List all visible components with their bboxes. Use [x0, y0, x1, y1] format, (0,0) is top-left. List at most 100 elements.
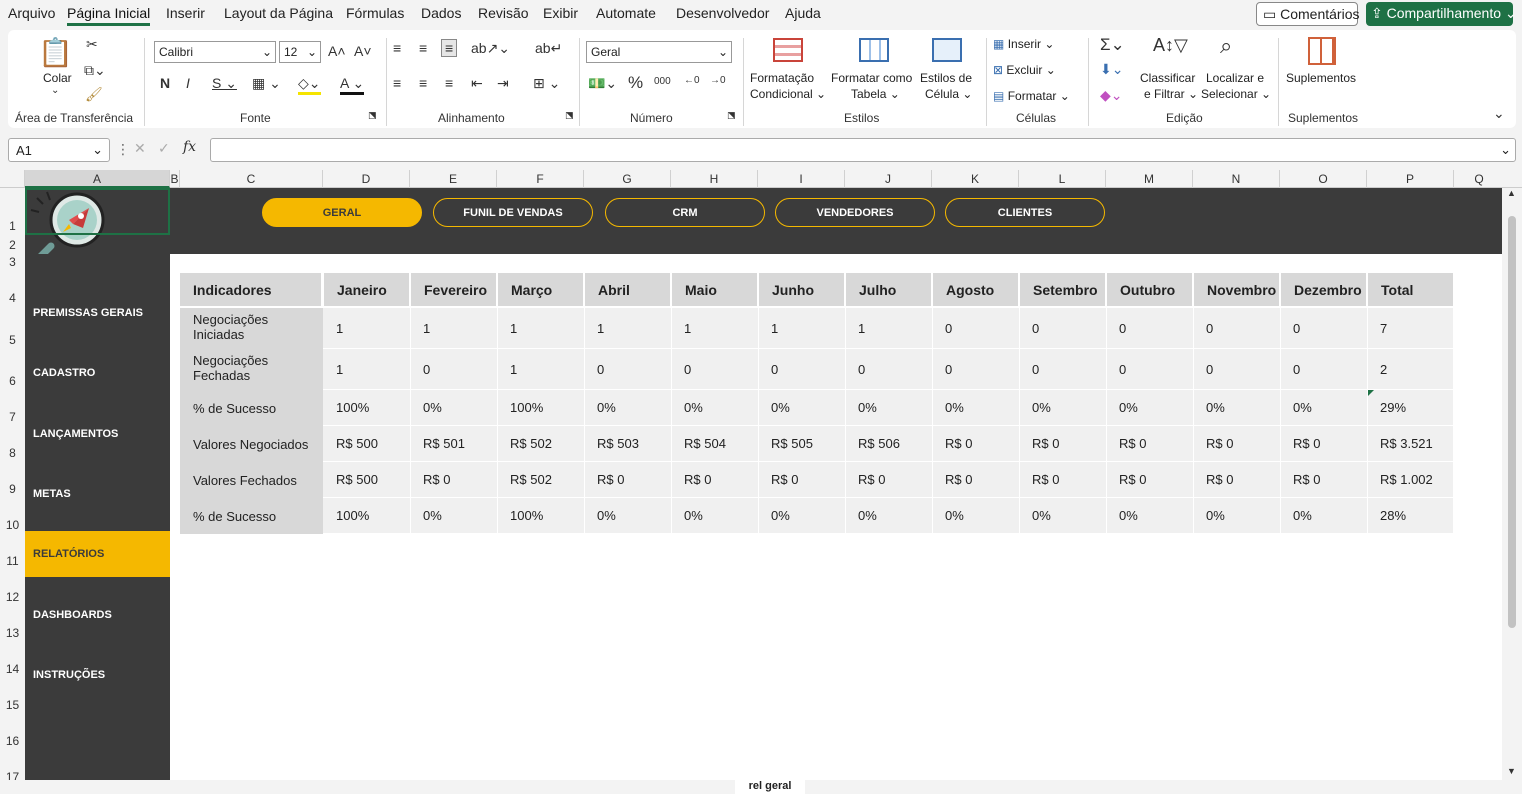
align-middle-icon[interactable]: ≡	[419, 40, 427, 56]
table-cell[interactable]: 0%	[671, 498, 758, 534]
sidebar-item-lancamentos[interactable]: LANÇAMENTOS	[25, 411, 170, 457]
table-cell[interactable]: 0	[1019, 308, 1106, 349]
comments-button[interactable]: ▭ Comentários	[1256, 2, 1360, 26]
align-center-icon[interactable]: ≡	[419, 75, 427, 91]
find-select-label-2[interactable]: Selecionar ⌄	[1201, 87, 1271, 101]
menu-layout[interactable]: Layout da Página	[224, 5, 333, 21]
table-cell[interactable]: R$ 505	[758, 426, 845, 462]
table-cell[interactable]: 0%	[1019, 498, 1106, 534]
table-cell[interactable]: 0%	[845, 390, 932, 426]
bold-icon[interactable]: N	[160, 75, 170, 91]
table-cell[interactable]: 0%	[1106, 498, 1193, 534]
currency-icon[interactable]: 💵⌄	[588, 75, 617, 92]
increase-decimal-icon[interactable]: ←0	[684, 75, 700, 86]
fill-icon[interactable]: ⬇⌄	[1100, 61, 1123, 78]
column-header[interactable]: G	[584, 170, 671, 188]
table-cell[interactable]: 1	[323, 308, 410, 349]
increase-font-icon[interactable]: A˄	[328, 43, 346, 59]
table-cell[interactable]: 0	[1193, 308, 1280, 349]
share-button[interactable]: ⇪ Compartilhamento ⌄	[1366, 2, 1517, 26]
table-cell[interactable]: R$ 502	[497, 462, 584, 498]
column-header[interactable]: E	[410, 170, 497, 188]
table-cell[interactable]: 0	[671, 349, 758, 390]
insert-cells-button[interactable]: ▦ Inserir ⌄	[993, 37, 1054, 51]
font-size-select[interactable]: 12 ⌄	[279, 41, 321, 63]
table-cell[interactable]: R$ 0	[671, 462, 758, 498]
table-cell[interactable]: 2	[1367, 349, 1454, 390]
table-cell[interactable]: 1	[323, 349, 410, 390]
table-cell[interactable]: 0%	[671, 390, 758, 426]
menu-arquivo[interactable]: Arquivo	[8, 5, 55, 21]
thousands-icon[interactable]: 000	[654, 76, 671, 87]
align-right-icon[interactable]: ≡	[445, 75, 453, 91]
menu-automate[interactable]: Automate	[596, 5, 656, 21]
merge-center-icon[interactable]: ⊞ ⌄	[533, 75, 560, 92]
nav-funil-de-vendas[interactable]: FUNIL DE VENDAS	[433, 198, 593, 227]
row-header[interactable]: 3	[0, 255, 25, 269]
enter-icon[interactable]: ✓	[158, 140, 170, 157]
insert-function-icon[interactable]: fx	[183, 139, 196, 155]
dialog-launcher-icon[interactable]: ⬔	[368, 110, 377, 121]
addins-label[interactable]: Suplementos	[1286, 71, 1356, 85]
autosum-icon[interactable]: Σ⌄	[1100, 35, 1125, 55]
table-cell[interactable]: 0%	[410, 390, 497, 426]
addins-icon[interactable]	[1308, 37, 1336, 65]
table-cell[interactable]: 0%	[584, 498, 671, 534]
table-cell[interactable]: 0	[1193, 349, 1280, 390]
sort-filter-label-1[interactable]: Classificar	[1140, 71, 1195, 85]
percent-icon[interactable]: %	[628, 73, 643, 93]
table-cell[interactable]: 0	[1280, 349, 1367, 390]
table-cell[interactable]: 1	[584, 308, 671, 349]
font-name-select[interactable]: Calibri ⌄	[154, 41, 276, 63]
selected-cell-a1[interactable]	[25, 188, 170, 235]
row-header[interactable]: 12	[0, 590, 25, 604]
column-header[interactable]: Q	[1454, 170, 1504, 188]
row-header[interactable]: 2	[0, 238, 25, 252]
table-cell[interactable]: R$ 0	[1106, 462, 1193, 498]
decrease-decimal-icon[interactable]: →0	[710, 75, 726, 86]
scroll-up-icon[interactable]: ▲	[1507, 188, 1516, 198]
more-options-icon[interactable]: ⋮	[116, 141, 130, 158]
column-header[interactable]: L	[1019, 170, 1106, 188]
column-header[interactable]: H	[671, 170, 758, 188]
table-cell[interactable]: 100%	[497, 498, 584, 534]
cut-icon[interactable]: ✂	[86, 36, 98, 53]
table-cell[interactable]: 0%	[932, 498, 1019, 534]
decrease-font-icon[interactable]: A˅	[354, 43, 372, 59]
find-select-icon[interactable]: ⌕	[1220, 33, 1232, 59]
table-cell[interactable]: 0	[410, 349, 497, 390]
orientation-icon[interactable]: ab↗⌄	[471, 40, 510, 57]
table-cell[interactable]: 100%	[497, 390, 584, 426]
table-cell[interactable]: 1	[671, 308, 758, 349]
italic-icon[interactable]: I	[186, 75, 190, 91]
table-cell[interactable]: R$ 0	[1280, 426, 1367, 462]
row-header[interactable]: 13	[0, 626, 25, 640]
table-cell[interactable]: 0%	[584, 390, 671, 426]
table-cell[interactable]: R$ 1.002	[1367, 462, 1454, 498]
format-cells-button[interactable]: ▤ Formatar ⌄	[993, 89, 1070, 103]
cell-styles-icon[interactable]	[932, 38, 962, 62]
table-cell[interactable]: 0	[758, 349, 845, 390]
table-cell[interactable]: R$ 506	[845, 426, 932, 462]
underline-icon[interactable]: S ⌄	[212, 75, 237, 92]
row-header[interactable]: 15	[0, 698, 25, 712]
table-cell[interactable]: 0%	[932, 390, 1019, 426]
table-cell[interactable]: 0	[1019, 349, 1106, 390]
menu-pagina-inicial[interactable]: Página Inicial	[67, 5, 151, 26]
table-cell[interactable]: 0	[932, 349, 1019, 390]
table-cell[interactable]: 0%	[1280, 390, 1367, 426]
formula-input[interactable]: ⌄	[210, 138, 1516, 162]
table-cell[interactable]: R$ 0	[1019, 462, 1106, 498]
row-header[interactable]: 5	[0, 333, 25, 347]
menu-inserir[interactable]: Inserir	[166, 5, 205, 21]
sidebar-item-cadastro[interactable]: CADASTRO	[25, 350, 170, 396]
table-cell[interactable]: R$ 0	[932, 462, 1019, 498]
column-header[interactable]: I	[758, 170, 845, 188]
table-cell[interactable]: 28%	[1367, 498, 1454, 534]
format-table-label-2[interactable]: Tabela ⌄	[851, 87, 900, 101]
table-cell[interactable]: R$ 0	[1019, 426, 1106, 462]
nav-clientes[interactable]: CLIENTES	[945, 198, 1105, 227]
table-cell[interactable]: 0	[1106, 349, 1193, 390]
column-header[interactable]: C	[180, 170, 323, 188]
table-cell[interactable]: 0	[932, 308, 1019, 349]
